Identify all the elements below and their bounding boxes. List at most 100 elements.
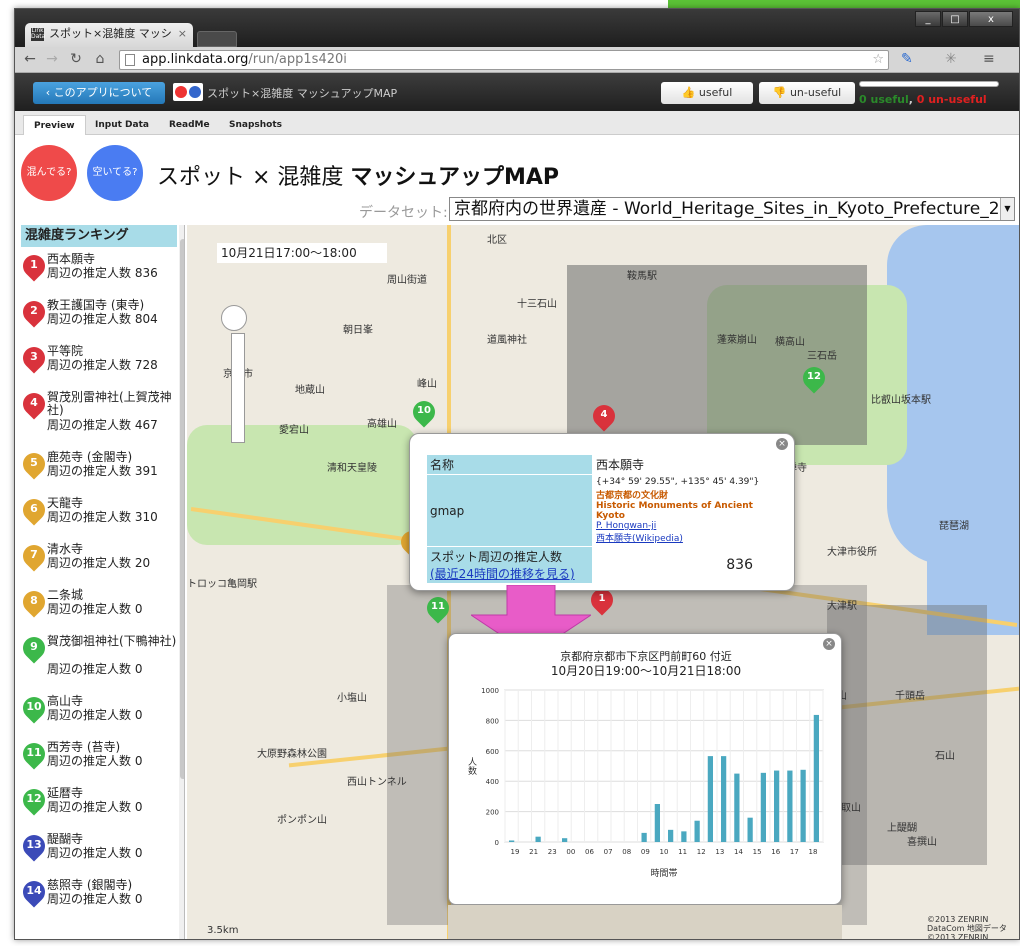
about-app-button[interactable]: ‹ このアプリについて [33, 82, 165, 104]
ranking-item[interactable]: 7 清水寺 周辺の推定人数 20 [21, 540, 177, 587]
forward-icon[interactable]: → [43, 51, 61, 67]
ranking-name: 教王護国寺 (東寺) [47, 298, 145, 312]
ranking-count-value: 0 [134, 754, 143, 768]
gmap-heritage-ja: 古都京都の文化財 [596, 491, 669, 501]
close-icon[interactable]: × [776, 438, 788, 450]
map-zoom-slider[interactable] [231, 333, 245, 443]
ranking-count-value: 467 [134, 418, 158, 432]
count-value: 836 [592, 546, 782, 584]
map-place-label: 大原野森林公園 [257, 749, 327, 760]
map-place-label: 十三石山 [517, 299, 557, 310]
back-icon[interactable]: ← [21, 51, 39, 67]
thumbs-up-icon: 👍 [681, 86, 699, 99]
chart-x-tick-label: 14 [734, 848, 743, 856]
gmap-link-hongwanji[interactable]: P. Hongwan-ji [596, 521, 778, 531]
chart-x-tick-label: 09 [641, 848, 650, 856]
ranking-item[interactable]: 2 教王護国寺 (東寺) 周辺の推定人数 804 [21, 296, 177, 343]
ranking-count: 周辺の推定人数 728 [47, 359, 158, 372]
map-pan-control[interactable] [221, 305, 247, 331]
history-link[interactable]: (最近24時間の推移を見る) [430, 565, 589, 582]
count-key-cell: スポット周辺の推定人数 (最近24時間の推移を見る) [426, 546, 593, 584]
unuseful-button[interactable]: 👎 un-useful [759, 82, 855, 104]
ranking-count-value: 0 [134, 708, 143, 722]
map-place-label: 周山街道 [387, 275, 427, 286]
tab-snapshots[interactable]: Snapshots [219, 115, 292, 135]
ranking-count-label: 周辺の推定人数 [47, 358, 135, 372]
ranking-number: 3 [30, 350, 38, 363]
ranking-count-label: 周辺の推定人数 [47, 662, 135, 676]
dataset-select[interactable]: 京都府内の世界遺産 - World_Heritage_Sites_in_Kyot… [449, 197, 1015, 221]
ranking-item[interactable]: 8 二条城 周辺の推定人数 0 [21, 586, 177, 633]
map-pin-number: 10 [417, 405, 431, 416]
address-bar[interactable]: app.linkdata.org/run/app1s420i ☆ [119, 50, 889, 70]
home-icon[interactable]: ⌂ [91, 51, 109, 67]
tab-input-data[interactable]: Input Data [85, 115, 159, 135]
ranking-name: 高山寺 [47, 694, 84, 708]
gmap-key: gmap [426, 474, 593, 547]
extension-icon[interactable]: ✎ [901, 51, 913, 67]
gmap-heritage-en: Historic Monuments of Ancient Kyoto [596, 501, 753, 521]
history-chart-popup: × 京都府京都市下京区門前町60 付近 10月20日19:00〜10月21日18… [448, 633, 842, 905]
ranking-item[interactable]: 3 平等院 周辺の推定人数 728 [21, 342, 177, 389]
preview-tabs: Preview Input Data ReadMe Snapshots [15, 111, 1019, 135]
ranking-item[interactable]: 6 天龍寺 周辺の推定人数 310 [21, 494, 177, 541]
close-window-button[interactable]: x [969, 11, 1013, 27]
chart-y-tick-label: 0 [495, 839, 499, 847]
chart-bar [681, 831, 687, 842]
minimize-button[interactable]: _ [915, 11, 941, 27]
extension2-icon[interactable]: ✳ [945, 51, 957, 67]
ranking-count-label: 周辺の推定人数 [47, 754, 135, 768]
ranking-heading: 混雑度ランキング [21, 225, 177, 247]
tab-readme[interactable]: ReadMe [159, 115, 220, 135]
bookmark-star-icon[interactable]: ☆ [872, 51, 884, 69]
tab-preview[interactable]: Preview [23, 115, 86, 135]
title-bold: マッシュアップMAP [350, 165, 560, 190]
ranking-item[interactable]: 9 賀茂御祖神社(下鴨神社) 周辺の推定人数 0 [21, 632, 177, 693]
crowded-button[interactable]: 混んでる? [21, 145, 77, 201]
tab-close-icon[interactable]: × [178, 23, 187, 45]
ranking-number: 4 [30, 396, 38, 409]
ranking-count: 周辺の推定人数 0 [47, 755, 142, 768]
ranking-count: 周辺の推定人数 0 [47, 603, 142, 616]
spot-info-table: 名称 西本願寺 gmap {+34° 59' 29.55", +135° 45'… [426, 454, 782, 584]
ranking-item[interactable]: 14 慈照寺 (銀閣寺) 周辺の推定人数 0 [21, 876, 177, 923]
ranking-name: 醍醐寺 [47, 832, 84, 846]
ranking-item[interactable]: 10 高山寺 周辺の推定人数 0 [21, 692, 177, 739]
empty-button[interactable]: 空いてる? [87, 145, 143, 201]
chart-bar [707, 756, 713, 842]
browser-window: Link Data スポット×混雑度 マッシ × _ □ x ← → ↻ ⌂ a… [14, 8, 1020, 940]
ranking-item[interactable]: 11 西芳寺 (苔寺) 周辺の推定人数 0 [21, 738, 177, 785]
browser-tab[interactable]: Link Data スポット×混雑度 マッシ × [25, 23, 193, 47]
chart-x-tick-label: 15 [753, 848, 762, 856]
ranking-item[interactable]: 12 延暦寺 周辺の推定人数 0 [21, 784, 177, 831]
ranking-count-value: 728 [134, 358, 158, 372]
reload-icon[interactable]: ↻ [67, 51, 85, 67]
gmap-coord: {+34° 59' 29.55", +135° 45' 4.39"} [596, 477, 760, 487]
ranking-number: 1 [30, 258, 38, 271]
map-place-label: 小塩山 [337, 693, 367, 704]
maximize-button[interactable]: □ [942, 11, 968, 27]
map-place-label: 地蔵山 [295, 385, 325, 396]
ranking-count-label: 周辺の推定人数 [47, 312, 135, 326]
map-place-label: 北区 [487, 235, 507, 246]
chart-bar [509, 840, 515, 842]
ranking-item[interactable]: 13 醍醐寺 周辺の推定人数 0 [21, 830, 177, 877]
chart-bar [694, 820, 700, 842]
ranking-item[interactable]: 1 西本願寺 周辺の推定人数 836 [21, 250, 177, 297]
new-tab-button[interactable] [197, 31, 237, 47]
map-pin-number: 4 [600, 409, 608, 420]
ranking-name: 西本願寺 [47, 252, 96, 266]
ranking-count-label: 周辺の推定人数 [47, 708, 135, 722]
ranking-name: 清水寺 [47, 542, 84, 556]
ranking-count: 周辺の推定人数 310 [47, 511, 158, 524]
chart-x-tick-label: 11 [678, 848, 687, 856]
ranking-item[interactable]: 5 鹿苑寺 (金閣寺) 周辺の推定人数 391 [21, 448, 177, 495]
menu-icon[interactable]: ≡ [983, 51, 995, 67]
gmap-link-wikipedia[interactable]: 西本願寺(Wikipedia) [596, 531, 778, 544]
ranking-count-label: 周辺の推定人数 [47, 800, 135, 814]
ranking-count-label: 周辺の推定人数 [47, 556, 135, 570]
dataset-label: データセット: [359, 205, 448, 221]
ranking-scroll-thumb[interactable] [180, 239, 184, 779]
ranking-item[interactable]: 4 賀茂別雷神社(上賀茂神社) 周辺の推定人数 467 [21, 388, 177, 449]
useful-button[interactable]: 👍 useful [661, 82, 753, 104]
